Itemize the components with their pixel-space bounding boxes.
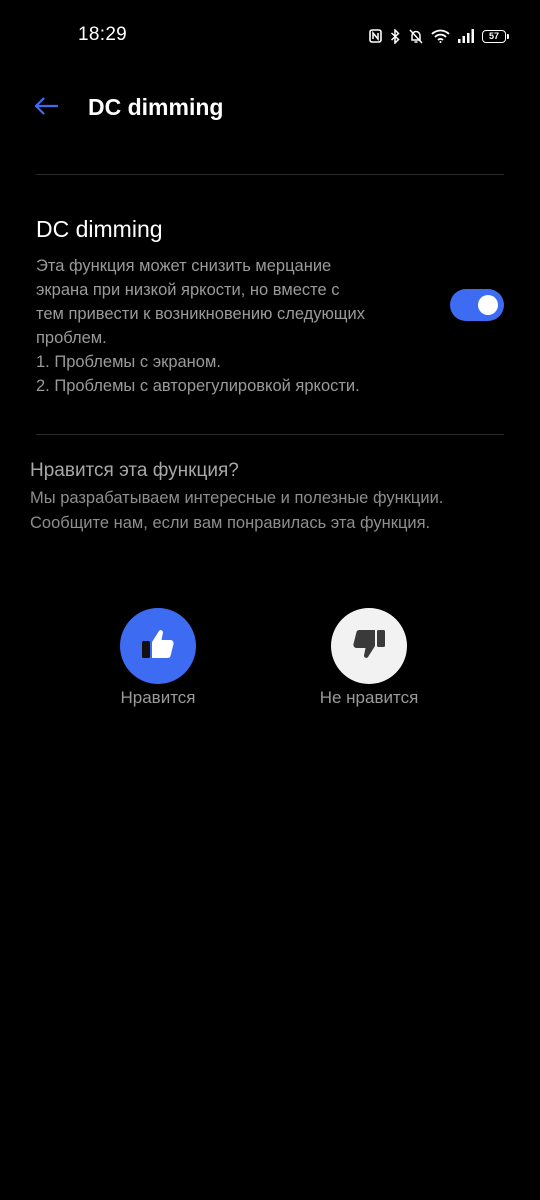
back-button[interactable] xyxy=(26,90,66,126)
page-title: DC dimming xyxy=(88,94,224,120)
app-header: DC dimming xyxy=(0,80,540,136)
feedback-title: Нравится эта функция? xyxy=(30,460,239,481)
thumbs-down-icon xyxy=(352,628,386,665)
wifi-icon xyxy=(431,29,450,43)
like-circle[interactable] xyxy=(120,608,196,684)
toggle-knob xyxy=(478,295,498,315)
feedback-description-line: Сообщите нам, если вам понравилась эта ф… xyxy=(30,514,431,532)
like-button[interactable]: Нравится xyxy=(78,608,238,708)
divider xyxy=(36,434,504,435)
dc-dimming-toggle[interactable] xyxy=(450,289,504,321)
like-label: Нравится xyxy=(120,688,196,707)
thumbs-up-icon xyxy=(141,628,175,665)
mute-bell-icon xyxy=(409,28,423,44)
dc-dimming-setting[interactable]: DC dimming Эта функция может снизить мер… xyxy=(0,200,540,410)
setting-description-line: 2. Проблемы с авторегулировкой яркости. xyxy=(36,377,360,395)
setting-description-line: экрана при низкой яркости, но вместе с xyxy=(36,281,340,299)
feedback-description-line: Мы разрабатываем интересные и полезные ф… xyxy=(30,489,444,507)
status-icons: 57 xyxy=(369,26,509,46)
status-bar: 18:29 57 xyxy=(0,0,540,72)
setting-description-line: проблем. xyxy=(36,329,107,347)
dislike-button[interactable]: Не нравится xyxy=(289,608,449,708)
feedback-description: Мы разрабатываем интересные и полезные ф… xyxy=(30,486,443,536)
signal-icon xyxy=(458,29,474,43)
dislike-label: Не нравится xyxy=(319,688,419,707)
battery-icon: 57 xyxy=(482,29,509,43)
bluetooth-icon xyxy=(390,28,401,44)
setting-description: Эта функция может снизить мерцание экран… xyxy=(36,254,426,398)
setting-description-line: Эта функция может снизить мерцание xyxy=(36,257,332,275)
setting-description-line: тем привести к возникновению следующих xyxy=(36,305,365,323)
setting-title: DC dimming xyxy=(36,216,163,242)
setting-description-line: 1. Проблемы с экраном. xyxy=(36,353,221,371)
status-time: 18:29 xyxy=(78,24,128,45)
divider xyxy=(36,174,504,175)
nfc-icon xyxy=(369,29,382,43)
dislike-circle[interactable] xyxy=(331,608,407,684)
arrow-left-icon xyxy=(33,96,59,121)
